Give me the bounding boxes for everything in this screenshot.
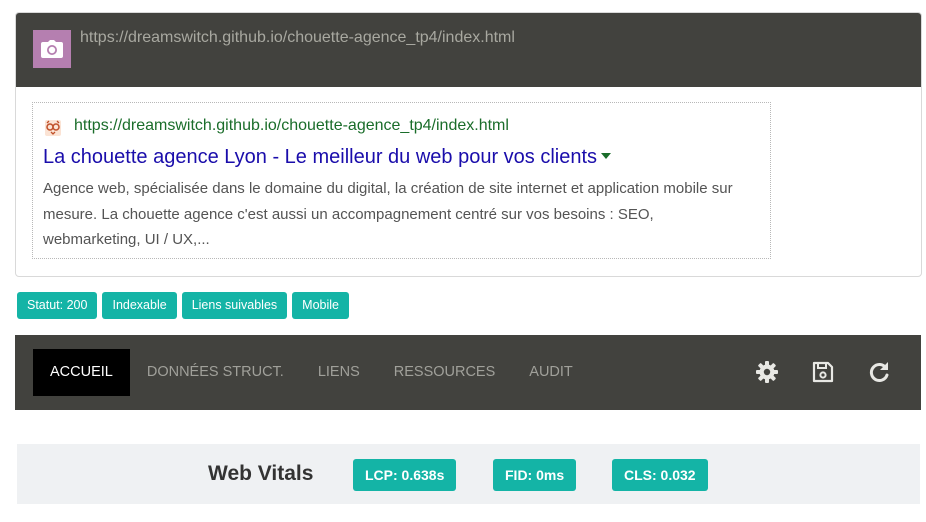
status-badges: Statut: 200 Indexable Liens suivables Mo… bbox=[17, 292, 349, 319]
serp-title[interactable]: La chouette agence Lyon - Le meilleur du… bbox=[43, 146, 597, 168]
status-badge: Statut: 200 bbox=[17, 292, 98, 319]
settings-button[interactable] bbox=[754, 359, 779, 384]
save-button[interactable] bbox=[810, 359, 835, 384]
followable-links-badge: Liens suivables bbox=[181, 292, 288, 319]
web-vitals-title: Web Vitals bbox=[208, 462, 314, 485]
serp-description: Agence web, spécialisée dans le domaine … bbox=[43, 180, 733, 248]
cls-badge: CLS: 0.032 bbox=[612, 459, 708, 491]
preview-header: https://dreamswitch.github.io/chouette-a… bbox=[16, 13, 921, 87]
tab-ressources[interactable]: RESSOURCES bbox=[377, 349, 513, 396]
refresh-icon bbox=[869, 361, 888, 382]
chevron-down-icon[interactable] bbox=[601, 152, 612, 159]
page-url: https://dreamswitch.github.io/chouette-a… bbox=[80, 29, 515, 46]
gear-icon bbox=[755, 360, 778, 383]
page-preview-card: https://dreamswitch.github.io/chouette-a… bbox=[15, 12, 922, 277]
fid-badge: FID: 0ms bbox=[493, 459, 577, 491]
nav-tabs: ACCUEIL DONNÉES STRUCT. LIENS RESSOURCES… bbox=[33, 349, 590, 396]
save-icon bbox=[812, 361, 833, 382]
tab-accueil[interactable]: ACCUEIL bbox=[33, 349, 130, 396]
screenshot-button[interactable] bbox=[33, 30, 71, 68]
web-vitals-panel: Web Vitals LCP: 0.638s FID: 0ms CLS: 0.0… bbox=[17, 444, 920, 504]
serp-title-row[interactable]: La chouette agence Lyon - Le meilleur du… bbox=[43, 146, 612, 169]
camera-icon bbox=[41, 40, 63, 58]
nav-actions bbox=[754, 359, 891, 384]
refresh-button[interactable] bbox=[866, 359, 891, 384]
mobile-badge: Mobile bbox=[292, 292, 349, 319]
tab-liens[interactable]: LIENS bbox=[301, 349, 377, 396]
main-navbar: ACCUEIL DONNÉES STRUCT. LIENS RESSOURCES… bbox=[15, 335, 921, 410]
serp-preview: https://dreamswitch.github.io/chouette-a… bbox=[32, 102, 771, 259]
lcp-badge: LCP: 0.638s bbox=[353, 459, 457, 491]
tab-audit[interactable]: AUDIT bbox=[512, 349, 590, 396]
serp-url[interactable]: https://dreamswitch.github.io/chouette-a… bbox=[74, 117, 509, 135]
indexable-badge: Indexable bbox=[102, 292, 177, 319]
owl-favicon-icon bbox=[45, 120, 61, 136]
tab-donnees-struct[interactable]: DONNÉES STRUCT. bbox=[130, 349, 301, 396]
